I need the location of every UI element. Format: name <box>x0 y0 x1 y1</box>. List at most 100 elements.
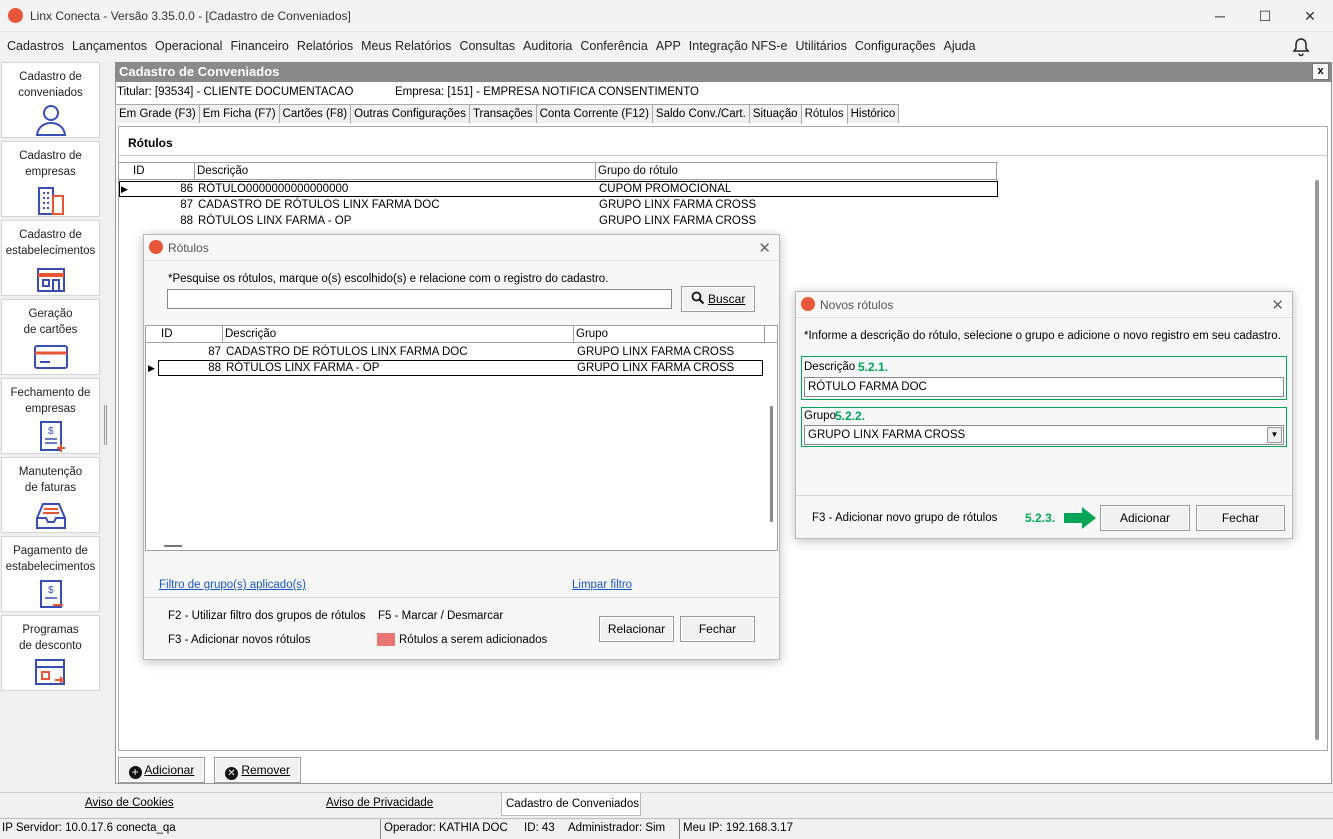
main-scrollbar[interactable] <box>1315 180 1319 740</box>
descricao-label: Descrição <box>804 361 856 373</box>
sidebar-splitter[interactable] <box>104 405 107 445</box>
maximize-button[interactable]: ☐ <box>1245 4 1285 28</box>
close-button[interactable]: Fechar <box>1196 505 1285 531</box>
add-rotulo-button[interactable]: Adicionar <box>1100 505 1190 531</box>
clear-filter-link[interactable]: Limpar filtro <box>572 579 632 591</box>
menu-relatorios[interactable]: Relatórios <box>293 32 357 60</box>
search-input[interactable] <box>167 289 672 309</box>
grid-header: ID Descrição Grupo <box>146 326 777 343</box>
close-icon[interactable]: ✕ <box>1271 296 1284 314</box>
tab-historico[interactable]: Histórico <box>846 104 900 123</box>
menu-consultas[interactable]: Consultas <box>455 32 519 60</box>
sidebar-item-conveniados[interactable]: Cadastro de conveniados <box>1 62 100 138</box>
col-grupo[interactable]: Grupo <box>574 326 765 343</box>
close-icon[interactable]: ✕ <box>758 239 771 257</box>
sidebar-item-fechamento[interactable]: Fechamento de empresas $ <box>1 378 100 454</box>
descricao-input[interactable]: RÓTULO FARMA DOC <box>804 377 1284 397</box>
menu-meus-relatorios[interactable]: Meus Relatórios <box>357 32 455 60</box>
cell-descricao: CADASTRO DE RÓTULOS LINX FARMA DOC <box>198 199 440 211</box>
sidebar-item-estabelecimentos[interactable]: Cadastro de estabelecimentos <box>1 220 100 296</box>
sidebar-item-label: Programas de desconto <box>19 624 82 652</box>
cell-grupo: GRUPO LINX FARMA CROSS <box>599 199 757 211</box>
sidebar: Cadastro de conveniados Cadastro de empr… <box>0 60 103 800</box>
search-hint: *Pesquise os rótulos, marque o(s) escolh… <box>168 273 609 285</box>
menu-app[interactable]: APP <box>652 32 685 60</box>
sidebar-item-empresas[interactable]: Cadastro de empresas <box>1 141 100 217</box>
form-tabs: Em Grade (F3) Em Ficha (F7) Cartões (F8) Ou… <box>115 104 900 124</box>
menu-financeiro[interactable]: Financeiro <box>226 32 292 60</box>
sidebar-item-cartoes[interactable]: Geração de cartões <box>1 299 100 375</box>
divider <box>144 597 779 598</box>
grupo-select-value: GRUPO LINX FARMA CROSS <box>808 429 966 441</box>
menu-operacional[interactable]: Operacional <box>151 32 226 60</box>
tab-outras-configuracoes[interactable]: Outras Configurações <box>350 104 470 123</box>
dialog-titlebar: Novos rótulos ✕ <box>796 292 1292 318</box>
menu-bar: Cadastros Lançamentos Operacional Financeir… <box>0 32 1333 60</box>
tab-em-ficha[interactable]: Em Ficha (F7) <box>198 104 280 123</box>
cell-id: 87 <box>208 346 221 358</box>
footer-bar: Aviso de Cookies Aviso de Privacidade Ca… <box>0 792 1333 816</box>
relate-button[interactable]: Relacionar <box>599 616 674 642</box>
rotulos-grid: ID Descrição Grupo do rótulo ▶ 86 RÓTULO… <box>118 162 998 230</box>
tab-em-grade[interactable]: Em Grade (F3) <box>115 104 200 123</box>
add-button[interactable]: + Adicionar <box>118 757 205 783</box>
descricao-group: Descrição 5.2.1. RÓTULO FARMA DOC <box>801 356 1287 400</box>
tab-situacao[interactable]: Situação <box>748 104 802 123</box>
minimize-button[interactable]: ─ <box>1200 4 1240 28</box>
sidebar-item-label: Fechamento de empresas <box>10 387 91 415</box>
app-logo-icon <box>8 8 23 23</box>
horizontal-scroll-thumb[interactable] <box>164 545 182 547</box>
close-button[interactable]: Fechar <box>680 616 755 642</box>
remove-button[interactable]: ✕ Remover <box>214 757 301 783</box>
table-row[interactable]: ▶ 86 RÓTULO0000000000000000 CUPOM PROMOC… <box>119 181 998 197</box>
tab-conta-corrente[interactable]: Conta Corrente (F12) <box>535 104 653 123</box>
chevron-down-icon[interactable]: ▼ <box>1267 427 1282 443</box>
form-close-button[interactable]: x <box>1312 63 1329 80</box>
tab-saldo[interactable]: Saldo Conv./Cart. <box>651 104 750 123</box>
tab-transacoes[interactable]: Transações <box>468 104 537 123</box>
cell-grupo: GRUPO LINX FARMA CROSS <box>599 215 757 227</box>
remove-icon: ✕ <box>224 767 238 780</box>
menu-utilitarios[interactable]: Utilitários <box>791 32 850 60</box>
table-row[interactable]: 88 RÓTULOS LINX FARMA - OP GRUPO LINX FA… <box>119 213 998 229</box>
menu-integracao-nfse[interactable]: Integração NFS-e <box>685 32 792 60</box>
col-grupo[interactable]: Grupo do rótulo <box>596 163 997 180</box>
sidebar-item-faturas[interactable]: Manutenção de faturas <box>1 457 100 533</box>
cookies-link[interactable]: Aviso de Cookies <box>85 797 174 809</box>
menu-ajuda[interactable]: Ajuda <box>939 32 979 60</box>
bell-icon[interactable] <box>1292 37 1310 57</box>
col-id[interactable]: ID <box>131 163 195 180</box>
table-row[interactable]: 87 CADASTRO DE RÓTULOS LINX FARMA DOC GR… <box>119 197 998 213</box>
col-id[interactable]: ID <box>159 326 223 343</box>
menu-conferencia[interactable]: Conferência <box>576 32 651 60</box>
divider <box>380 819 381 839</box>
tab-rotulos[interactable]: Rótulos <box>800 104 848 124</box>
dialog-hint: *Informe a descrição do rótulo, selecion… <box>804 330 1281 342</box>
step-label: 5.2.3. <box>1025 511 1056 525</box>
app-logo-icon <box>801 297 815 311</box>
menu-lancamentos[interactable]: Lançamentos <box>68 32 151 60</box>
col-descricao[interactable]: Descrição <box>195 163 596 180</box>
menu-auditoria[interactable]: Auditoria <box>519 32 576 60</box>
invoice-icon: $ <box>39 421 65 452</box>
sidebar-item-descontos[interactable]: Programas de desconto <box>1 615 100 691</box>
table-row[interactable]: ▶ 88 RÓTULOS LINX FARMA - OP GRUPO LINX … <box>148 360 763 376</box>
step-label: 5.2.1. <box>858 360 889 374</box>
menu-cadastros[interactable]: Cadastros <box>3 32 68 60</box>
col-descricao[interactable]: Descrição <box>223 326 574 343</box>
tab-cartoes[interactable]: Cartões (F8) <box>278 104 352 123</box>
table-row[interactable]: 87 CADASTRO DE RÓTULOS LINX FARMA DOC GR… <box>146 344 777 360</box>
payment-icon: $ <box>39 580 63 608</box>
help-f3: F3 - Adicionar novo grupo de rótulos <box>812 512 998 524</box>
svg-text:$: $ <box>48 585 54 596</box>
legend-swatch <box>377 633 395 646</box>
open-form-tab[interactable]: Cadastro de Conveniados <box>501 793 641 816</box>
grupo-select[interactable]: GRUPO LINX FARMA CROSS ▼ <box>804 425 1284 445</box>
search-button[interactable]: Buscar <box>681 286 755 312</box>
menu-configuracoes[interactable]: Configurações <box>851 32 940 60</box>
privacy-link[interactable]: Aviso de Privacidade <box>326 797 433 809</box>
close-window-button[interactable]: ✕ <box>1290 4 1330 28</box>
filter-applied-link[interactable]: Filtro de grupo(s) aplicado(s) <box>159 579 306 591</box>
sidebar-item-pagamento[interactable]: Pagamento de estabelecimentos $ <box>1 536 100 612</box>
dialog-scrollbar[interactable] <box>770 406 773 522</box>
